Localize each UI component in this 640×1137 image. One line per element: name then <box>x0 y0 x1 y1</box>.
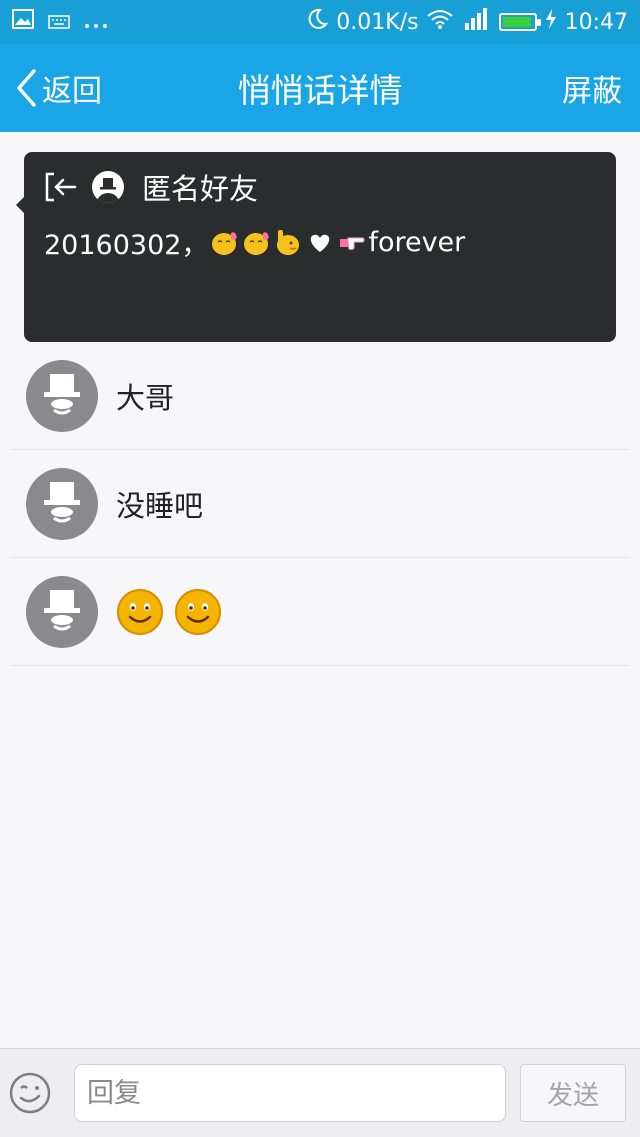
reply-list: 大哥 没睡吧 <box>0 342 640 666</box>
chevron-left-icon <box>17 69 36 107</box>
wifi-icon <box>426 9 453 35</box>
clock: 10:47 <box>564 9 628 35</box>
avatar <box>26 359 98 432</box>
network-speed: 0.01K/s <box>336 9 419 35</box>
back-button[interactable]: 返回 <box>14 44 102 132</box>
nav-bar: 返回 悄悄话详情 屏蔽 <box>0 44 640 132</box>
exit-icon[interactable] <box>44 172 78 202</box>
image-icon <box>12 9 34 35</box>
blush-chick-emoji-icon <box>212 232 238 255</box>
avatar <box>26 575 98 648</box>
list-item[interactable] <box>10 558 630 666</box>
whisper-message: 20160302， forever <box>44 220 465 264</box>
send-button[interactable]: 发送 <box>520 1064 626 1122</box>
smile-emoji-icon <box>175 588 221 635</box>
more-dots-icon <box>84 10 108 35</box>
block-button[interactable]: 屏蔽 <box>562 44 622 132</box>
reply-bar: 发送 <box>0 1048 640 1137</box>
avatar <box>26 467 98 540</box>
whisper-suffix: forever <box>368 226 466 258</box>
pointing-hand-emoji-icon <box>340 237 365 250</box>
heart-emoji-icon <box>311 234 330 252</box>
charging-icon <box>545 8 557 36</box>
anonymous-avatar-icon <box>92 171 124 203</box>
reply-text: 没睡吧 <box>116 488 204 523</box>
battery-icon <box>498 13 541 31</box>
signal-icon <box>461 7 491 37</box>
status-bar: 0.01K/s 10:47 <box>0 0 640 44</box>
list-item[interactable]: 大哥 <box>10 342 630 450</box>
emoji-face-icon[interactable] <box>8 1071 52 1115</box>
battery-level <box>502 17 532 27</box>
reply-input[interactable] <box>74 1064 506 1122</box>
keyboard-icon <box>48 10 70 35</box>
smile-emoji-icon <box>117 588 163 635</box>
whisper-card: 匿名好友 20160302， forever <box>16 152 616 342</box>
thumbs-chick-emoji-icon <box>277 230 300 255</box>
sender-name: 匿名好友 <box>142 172 259 206</box>
reply-text: 大哥 <box>116 380 175 415</box>
list-item[interactable]: 没睡吧 <box>10 450 630 558</box>
moon-icon <box>306 8 329 36</box>
blush-chick-emoji-icon <box>244 232 270 255</box>
back-label: 返回 <box>42 74 102 109</box>
whisper-text: 20160302， <box>44 229 209 261</box>
